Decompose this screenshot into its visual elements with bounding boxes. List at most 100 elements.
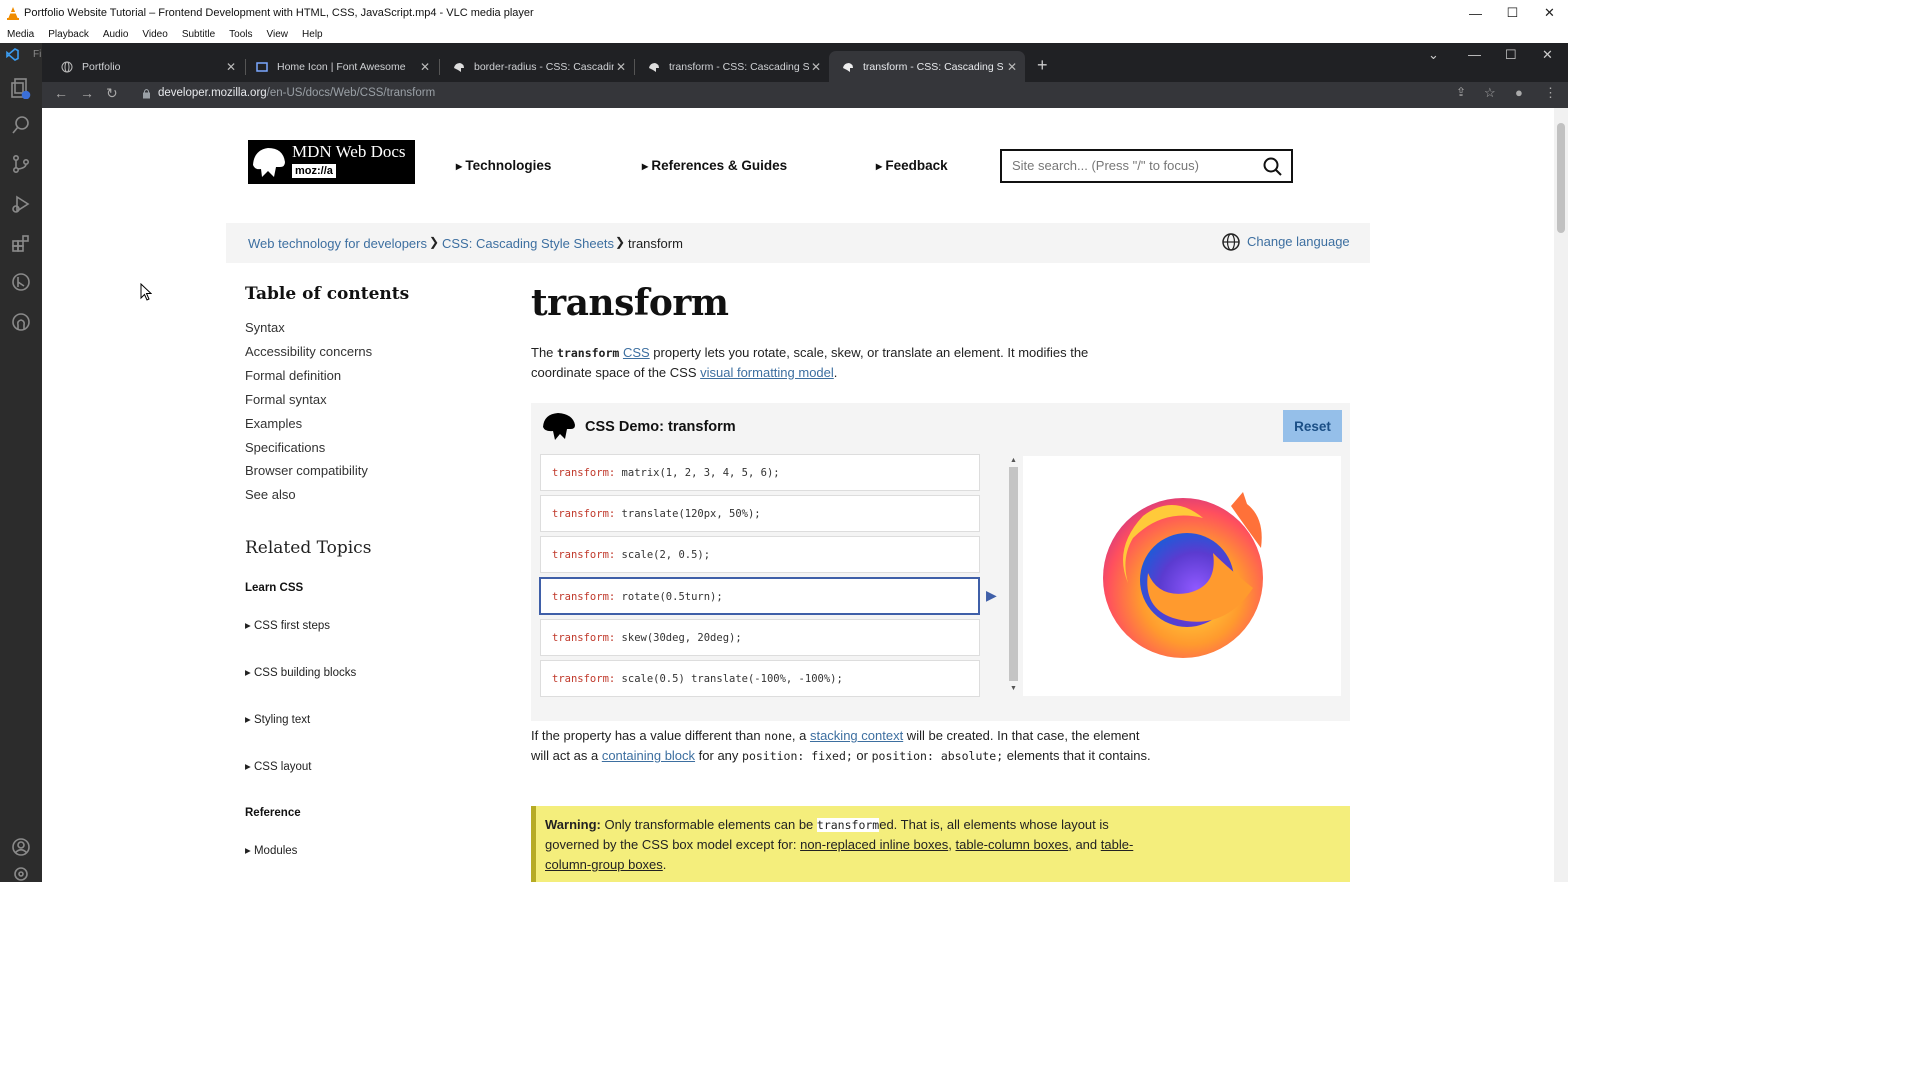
demo-choice-translate[interactable]: transform: translate(120px, 50%); (540, 495, 980, 532)
address-bar-url[interactable]: developer.mozilla.org/en-US/docs/Web/CSS… (158, 87, 435, 99)
breadcrumb-web-tech[interactable]: Web technology for developers (248, 236, 427, 251)
mdn-logo[interactable]: MDN Web Docs moz://a (248, 140, 415, 184)
demo-choice-scale-translate[interactable]: transform: scale(0.5) translate(-100%, -… (540, 660, 980, 697)
choice-prop: transform: (552, 508, 616, 520)
text: , a (791, 728, 810, 743)
visual-formatting-model-link[interactable]: visual formatting model (700, 365, 834, 380)
chrome-menu-icon[interactable]: ⋮ (1544, 85, 1557, 101)
close-button[interactable]: ✕ (1531, 0, 1568, 26)
run-debug-icon[interactable] (0, 186, 42, 222)
menu-audio[interactable]: Audio (103, 29, 129, 40)
choice-prop: transform: (552, 632, 616, 644)
tab-close-icon[interactable]: ✕ (420, 60, 430, 74)
mdn-dino-icon (248, 140, 290, 184)
toc-specifications[interactable]: Specifications (245, 440, 325, 455)
page-scrollbar[interactable] (1554, 108, 1568, 882)
site-search-input[interactable] (1012, 158, 1252, 173)
share-icon[interactable]: ⇪ (1456, 85, 1466, 99)
table-column-boxes-link[interactable]: table-column boxes (955, 837, 1068, 852)
tab-portfolio[interactable]: Portfolio ✕ (48, 51, 244, 82)
scroll-up-icon[interactable]: ▲ (1010, 457, 1017, 464)
explorer-icon[interactable] (0, 70, 42, 106)
globe-icon (60, 60, 74, 74)
bookmark-star-icon[interactable]: ☆ (1484, 85, 1496, 101)
sidebar-modules[interactable]: Modules (245, 843, 297, 857)
toc-examples[interactable]: Examples (245, 416, 302, 431)
tab-close-icon[interactable]: ✕ (811, 60, 821, 74)
reset-button[interactable]: Reset (1283, 410, 1342, 442)
window-title: Portfolio Website Tutorial – Frontend De… (24, 7, 534, 19)
sidebar-css-building-blocks[interactable]: CSS building blocks (245, 665, 356, 679)
tab-search-chevron-icon[interactable]: ⌄ (1428, 47, 1439, 63)
mouse-cursor-icon (140, 283, 152, 301)
tab-font-awesome[interactable]: Home Icon | Font Awesome ✕ (243, 51, 438, 82)
chevron-right-icon: ❯ (429, 235, 440, 249)
reload-icon[interactable]: ↻ (106, 85, 118, 102)
search-icon[interactable] (1263, 157, 1283, 177)
browser-toolbar: ← → ↻ developer.mozilla.org/en-US/docs/W… (42, 82, 1568, 108)
choices-scroll-thumb[interactable] (1009, 467, 1018, 681)
toc-syntax[interactable]: Syntax (245, 320, 285, 335)
globe-icon (1222, 233, 1240, 251)
vlc-cone-icon (6, 6, 20, 20)
tab-close-icon[interactable]: ✕ (616, 60, 626, 74)
scrollbar-thumb[interactable] (1557, 123, 1565, 233)
menu-tools[interactable]: Tools (229, 29, 252, 40)
settings-gear-icon[interactable] (0, 865, 42, 882)
stacking-context-link[interactable]: stacking context (810, 728, 903, 743)
minimize-button[interactable]: — (1457, 0, 1494, 26)
text: or (852, 748, 872, 763)
choices-scrollbar[interactable]: ▲ ▼ (1008, 457, 1018, 693)
change-language-link[interactable]: Change language (1247, 234, 1350, 249)
forward-arrow-icon[interactable]: → (80, 85, 94, 101)
scroll-down-icon[interactable]: ▼ (1010, 685, 1017, 692)
source-control-icon[interactable] (0, 146, 42, 182)
nav-references-guides[interactable]: References & Guides (642, 158, 787, 173)
sidebar-css-first-steps[interactable]: CSS first steps (245, 618, 330, 632)
browser-close-button[interactable]: ✕ (1542, 47, 1553, 63)
new-tab-button[interactable]: + (1037, 55, 1048, 76)
toc-browser-compat[interactable]: Browser compatibility (245, 463, 368, 478)
tab-transform-1[interactable]: transform - CSS: Cascading Style ✕ (635, 51, 829, 82)
demo-choice-skew[interactable]: transform: skew(30deg, 20deg); (540, 619, 980, 656)
menu-playback[interactable]: Playback (48, 29, 89, 40)
maximize-button[interactable]: ☐ (1494, 0, 1531, 26)
menu-help[interactable]: Help (302, 29, 323, 40)
tab-border-radius[interactable]: border-radius - CSS: Cascading S ✕ (440, 51, 634, 82)
search-icon[interactable] (0, 107, 42, 143)
profile-avatar-icon[interactable]: ● (1515, 85, 1523, 100)
nav-feedback[interactable]: Feedback (876, 158, 947, 173)
non-replaced-inline-boxes-link[interactable]: non-replaced inline boxes (800, 837, 948, 852)
github-icon[interactable] (0, 304, 42, 340)
nav-technologies[interactable]: Technologies (456, 158, 551, 173)
toc-formal-syntax[interactable]: Formal syntax (245, 392, 327, 407)
menu-view[interactable]: View (267, 29, 289, 40)
tab-transform-active[interactable]: transform - CSS: Cascading Style ✕ (829, 51, 1025, 82)
timeline-icon[interactable] (0, 264, 42, 300)
browser-maximize-button[interactable]: ☐ (1505, 47, 1517, 63)
tab-close-icon[interactable]: ✕ (1007, 60, 1017, 74)
browser-minimize-button[interactable]: — (1468, 47, 1481, 62)
url-path: /en-US/docs/Web/CSS/transform (266, 87, 436, 99)
menu-subtitle[interactable]: Subtitle (182, 29, 215, 40)
breadcrumb-css[interactable]: CSS: Cascading Style Sheets (442, 236, 614, 251)
sidebar-styling-text[interactable]: Styling text (245, 712, 310, 726)
menu-media[interactable]: Media (7, 29, 34, 40)
demo-choice-matrix[interactable]: transform: matrix(1, 2, 3, 4, 5, 6); (540, 454, 980, 491)
account-icon[interactable] (0, 829, 42, 865)
choice-value: translate(120px, 50%); (621, 508, 761, 520)
tab-close-icon[interactable]: ✕ (226, 60, 236, 74)
containing-block-link[interactable]: containing block (602, 748, 695, 763)
menu-video[interactable]: Video (142, 29, 167, 40)
toc-accessibility[interactable]: Accessibility concerns (245, 344, 372, 359)
css-link[interactable]: CSS (623, 345, 650, 360)
sidebar-css-layout[interactable]: CSS layout (245, 759, 312, 773)
toc-formal-definition[interactable]: Formal definition (245, 368, 341, 383)
extensions-icon[interactable] (0, 225, 42, 261)
inline-code: transform (816, 818, 880, 832)
warning-label: Warning: (545, 817, 601, 832)
demo-choice-scale[interactable]: transform: scale(2, 0.5); (540, 536, 980, 573)
demo-choice-rotate-selected[interactable]: transform: rotate(0.5turn); (539, 577, 980, 615)
back-arrow-icon[interactable]: ← (54, 85, 68, 101)
toc-see-also[interactable]: See also (245, 487, 296, 502)
